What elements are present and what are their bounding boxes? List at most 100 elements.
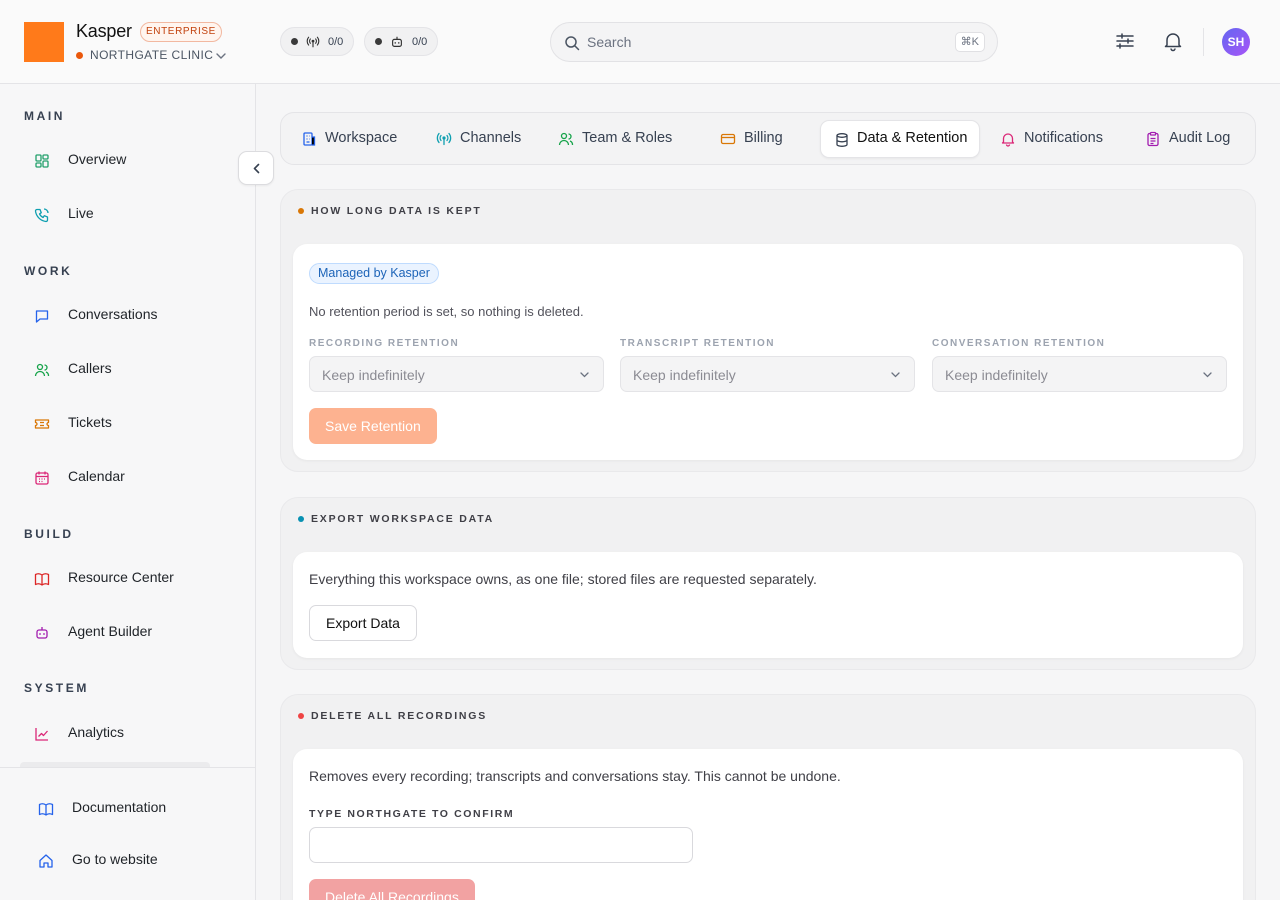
chevron-down-icon bbox=[1203, 372, 1212, 378]
calendar-icon bbox=[35, 471, 49, 485]
tab-audit-log[interactable]: Audit Log bbox=[1145, 120, 1245, 158]
channels-count: 0/0 bbox=[328, 35, 344, 48]
tab-label: Data & Retention bbox=[857, 130, 968, 146]
sidebar-footer: Documentation Go to website bbox=[0, 767, 255, 900]
agents-status-pill[interactable]: 0/0 bbox=[364, 27, 439, 56]
field-label: TRANSCRIPT RETENTION bbox=[620, 338, 775, 349]
tab-team-roles[interactable]: Team & Roles bbox=[558, 120, 698, 158]
select-value: Keep indefinitely bbox=[945, 367, 1048, 383]
sidebar-item-label: Go to website bbox=[72, 851, 158, 867]
tab-data-retention[interactable]: Data & Retention bbox=[820, 120, 980, 158]
search-icon bbox=[565, 36, 580, 51]
grid-icon bbox=[35, 154, 49, 168]
sidebar-item-agent-builder[interactable]: Agent Builder bbox=[20, 612, 236, 652]
managed-badge: Managed by Kasper bbox=[309, 263, 439, 284]
section-header: DELETE ALL RECORDINGS bbox=[298, 710, 487, 722]
tab-label: Channels bbox=[460, 130, 522, 146]
clipboard-icon bbox=[1147, 131, 1159, 147]
tab-label: Billing bbox=[744, 130, 783, 146]
org-switcher[interactable]: NORTHGATE CLINIC bbox=[90, 48, 213, 62]
tab-label: Team & Roles bbox=[582, 130, 673, 146]
brand-logo bbox=[24, 22, 64, 62]
sidebar-item-resource-center[interactable]: Resource Center bbox=[20, 558, 236, 598]
chart-icon bbox=[35, 728, 48, 741]
robot-icon bbox=[36, 627, 48, 639]
bell-icon[interactable] bbox=[1162, 30, 1184, 52]
sidebar-item-tickets[interactable]: Tickets bbox=[20, 403, 236, 443]
tab-notifications[interactable]: Notifications bbox=[1000, 120, 1120, 158]
users-icon bbox=[558, 132, 574, 146]
credit-card-icon bbox=[720, 133, 736, 145]
tab-label: Audit Log bbox=[1169, 130, 1231, 146]
export-card: Everything this workspace owns, as one f… bbox=[293, 552, 1243, 658]
delete-all-recordings-button[interactable]: Delete All Recordings bbox=[309, 879, 475, 900]
section-title-main: MAIN bbox=[24, 109, 66, 123]
channels-status-pill[interactable]: 0/0 bbox=[280, 27, 355, 56]
global-search[interactable]: ⌘K bbox=[550, 22, 998, 62]
search-input[interactable] bbox=[587, 32, 927, 52]
tab-workspace[interactable]: Workspace bbox=[301, 120, 421, 158]
sidebar-item-go-to-website[interactable]: Go to website bbox=[20, 840, 236, 880]
retention-card: Managed by Kasper No retention period is… bbox=[293, 244, 1243, 460]
chevron-down-icon[interactable] bbox=[214, 49, 228, 63]
recording-retention-select[interactable]: Keep indefinitely bbox=[309, 356, 604, 392]
confirm-input[interactable] bbox=[309, 827, 693, 863]
section-dot bbox=[298, 713, 304, 719]
collapse-sidebar-button[interactable] bbox=[238, 151, 274, 185]
sliders-icon[interactable] bbox=[1114, 30, 1136, 52]
section-header: HOW LONG DATA IS KEPT bbox=[298, 205, 482, 217]
sidebar-item-documentation[interactable]: Documentation bbox=[20, 788, 236, 828]
sidebar-item-calendar[interactable]: Calendar bbox=[20, 457, 236, 497]
book-icon bbox=[34, 573, 50, 586]
chevron-down-icon bbox=[580, 372, 589, 378]
chat-icon bbox=[35, 310, 49, 323]
org-status-dot bbox=[76, 52, 83, 59]
sidebar-item-label: Calendar bbox=[68, 468, 125, 484]
ticket-icon bbox=[34, 419, 50, 429]
sidebar-item-live[interactable]: Live bbox=[20, 194, 236, 234]
export-data-button[interactable]: Export Data bbox=[309, 605, 417, 641]
confirm-label: TYPE NORTHGATE TO CONFIRM bbox=[309, 808, 515, 820]
delete-recordings-section: DELETE ALL RECORDINGS Removes every reco… bbox=[280, 694, 1256, 900]
avatar[interactable]: SH bbox=[1222, 28, 1250, 56]
sidebar-item-overview[interactable]: Overview bbox=[20, 140, 236, 180]
section-header: EXPORT WORKSPACE DATA bbox=[298, 513, 494, 525]
section-title: HOW LONG DATA IS KEPT bbox=[311, 205, 482, 217]
sidebar-item-label: Documentation bbox=[72, 799, 167, 815]
status-dot bbox=[375, 38, 382, 45]
section-title-build: BUILD bbox=[24, 527, 74, 541]
robot-icon bbox=[392, 36, 402, 47]
retention-note: No retention period is set, so nothing i… bbox=[309, 304, 584, 319]
section-dot bbox=[298, 208, 304, 214]
save-retention-button[interactable]: Save Retention bbox=[309, 408, 437, 444]
home-icon bbox=[39, 854, 53, 868]
sidebar: MAIN Overview Live WORK Conversations Ca… bbox=[0, 84, 274, 900]
conversation-retention-select[interactable]: Keep indefinitely bbox=[932, 356, 1227, 392]
sidebar-item-callers[interactable]: Callers bbox=[20, 349, 236, 389]
phone-icon bbox=[34, 208, 49, 223]
users-icon bbox=[34, 363, 50, 377]
section-title: DELETE ALL RECORDINGS bbox=[311, 710, 488, 722]
sidebar-item-label: Live bbox=[68, 205, 94, 221]
broadcast-icon bbox=[306, 36, 320, 47]
export-description: Everything this workspace owns, as one f… bbox=[309, 571, 817, 587]
sidebar-item-analytics[interactable]: Analytics bbox=[20, 713, 236, 753]
tab-billing[interactable]: Billing bbox=[720, 120, 810, 158]
sidebar-item-label: Callers bbox=[68, 360, 112, 376]
sidebar-item-label: Tickets bbox=[68, 414, 112, 430]
building-icon bbox=[303, 132, 316, 146]
select-value: Keep indefinitely bbox=[322, 367, 425, 383]
select-value: Keep indefinitely bbox=[633, 367, 736, 383]
section-dot bbox=[298, 516, 304, 522]
field-label: RECORDING RETENTION bbox=[309, 338, 460, 349]
brand-name: Kasper bbox=[76, 21, 132, 41]
tab-channels[interactable]: Channels bbox=[436, 120, 546, 158]
database-icon bbox=[836, 133, 848, 147]
transcript-retention-select[interactable]: Keep indefinitely bbox=[620, 356, 915, 392]
status-dot bbox=[291, 38, 298, 45]
sidebar-item-label: Agent Builder bbox=[68, 623, 153, 639]
tab-label: Notifications bbox=[1024, 130, 1103, 146]
sidebar-item-conversations[interactable]: Conversations bbox=[20, 295, 236, 335]
sidebar-item-label: Resource Center bbox=[68, 569, 174, 585]
bell-icon bbox=[1001, 133, 1015, 147]
